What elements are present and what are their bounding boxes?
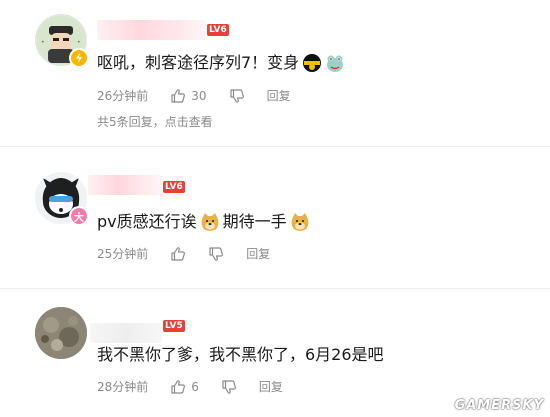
username-blurred[interactable] — [90, 323, 162, 343]
reply-button[interactable]: 回复 — [267, 87, 291, 104]
doge-emoji-icon — [290, 212, 310, 232]
svg-text:•: • — [41, 39, 45, 46]
like-count: 6 — [191, 379, 199, 394]
reply-button[interactable]: 回复 — [246, 245, 270, 262]
comment-text-content: 我不黑你了爹，我不黑你了，6月26是吧 — [97, 345, 384, 364]
verified-badge: 大 — [69, 206, 89, 226]
thumbs-down-icon[interactable] — [208, 246, 224, 262]
comment-time: 26分钟前 — [97, 89, 149, 103]
svg-text:•: • — [77, 39, 81, 46]
doge-emoji-icon — [200, 212, 220, 232]
thumbs-down-icon[interactable] — [229, 88, 245, 104]
frog-emoji-icon — [325, 53, 345, 73]
comment-text-content: 呕吼，刺客途径序列7！变身 — [97, 53, 300, 72]
thumbs-up-icon[interactable] — [170, 88, 186, 104]
comment-meta: 28分钟前 6 回复 — [97, 378, 283, 395]
comment-text: 呕吼，刺客途径序列7！变身 — [97, 51, 345, 75]
sunglasses-emoji-icon — [302, 53, 322, 73]
comment-time: 25分钟前 — [97, 247, 149, 261]
like-count: 30 — [191, 88, 207, 103]
comment-text-content: 期待一手 — [222, 212, 287, 231]
avatar[interactable] — [35, 307, 87, 359]
level-badge: LV6 — [207, 24, 229, 36]
level-badge: LV5 — [163, 320, 185, 332]
verified-badge — [69, 48, 89, 68]
thumbs-up-icon[interactable] — [170, 379, 186, 395]
comment-text-content: pv质感还行诶 — [97, 212, 197, 231]
username-blurred[interactable] — [88, 175, 162, 195]
comment-time: 28分钟前 — [97, 380, 149, 394]
comment-text: pv质感还行诶 期待一手 — [97, 210, 310, 234]
view-replies-link[interactable]: 共5条回复，点击查看 — [97, 113, 213, 130]
comment-text: 我不黑你了爹，我不黑你了，6月26是吧 — [97, 343, 384, 367]
comment-meta: 25分钟前 回复 — [97, 245, 270, 262]
level-badge: LV6 — [163, 181, 185, 193]
reply-button[interactable]: 回复 — [259, 378, 283, 395]
comment-item: • • LV6 呕吼，刺客途径序列7！变身 26分钟前 30 回复 共5条回复，… — [0, 0, 550, 145]
thumbs-down-icon[interactable] — [221, 379, 237, 395]
comment-meta: 26分钟前 30 回复 — [97, 87, 291, 104]
thumbs-up-icon[interactable] — [170, 246, 186, 262]
lightning-icon — [71, 50, 87, 66]
watermark: GAMERSKY — [454, 398, 544, 413]
username-blurred[interactable] — [97, 20, 205, 40]
big-v-badge: 大 — [71, 208, 87, 224]
comment-item: 大 LV6 pv质感还行诶 期待一手 25分钟前 回复 — [0, 147, 550, 297]
